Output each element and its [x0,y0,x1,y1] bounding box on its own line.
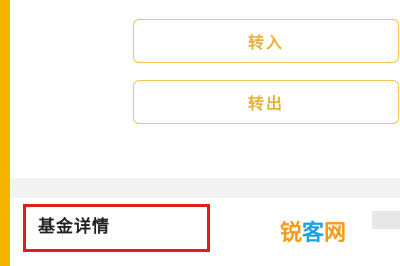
transfer-out-button[interactable]: 转出 [133,80,399,124]
watermark-char-2: 客 [302,221,325,246]
chevron-right-icon [372,211,400,229]
fund-detail-label: 基金详情 [38,217,110,237]
transfer-in-button[interactable]: 转入 [133,19,399,63]
section-divider [10,178,400,198]
site-watermark: 锐 客 网 [280,216,346,246]
watermark-char-3: 网 [324,221,347,246]
watermark-char-1: 锐 [280,221,303,246]
transfer-in-label: 转入 [247,33,284,52]
transfer-out-label: 转出 [247,94,284,113]
